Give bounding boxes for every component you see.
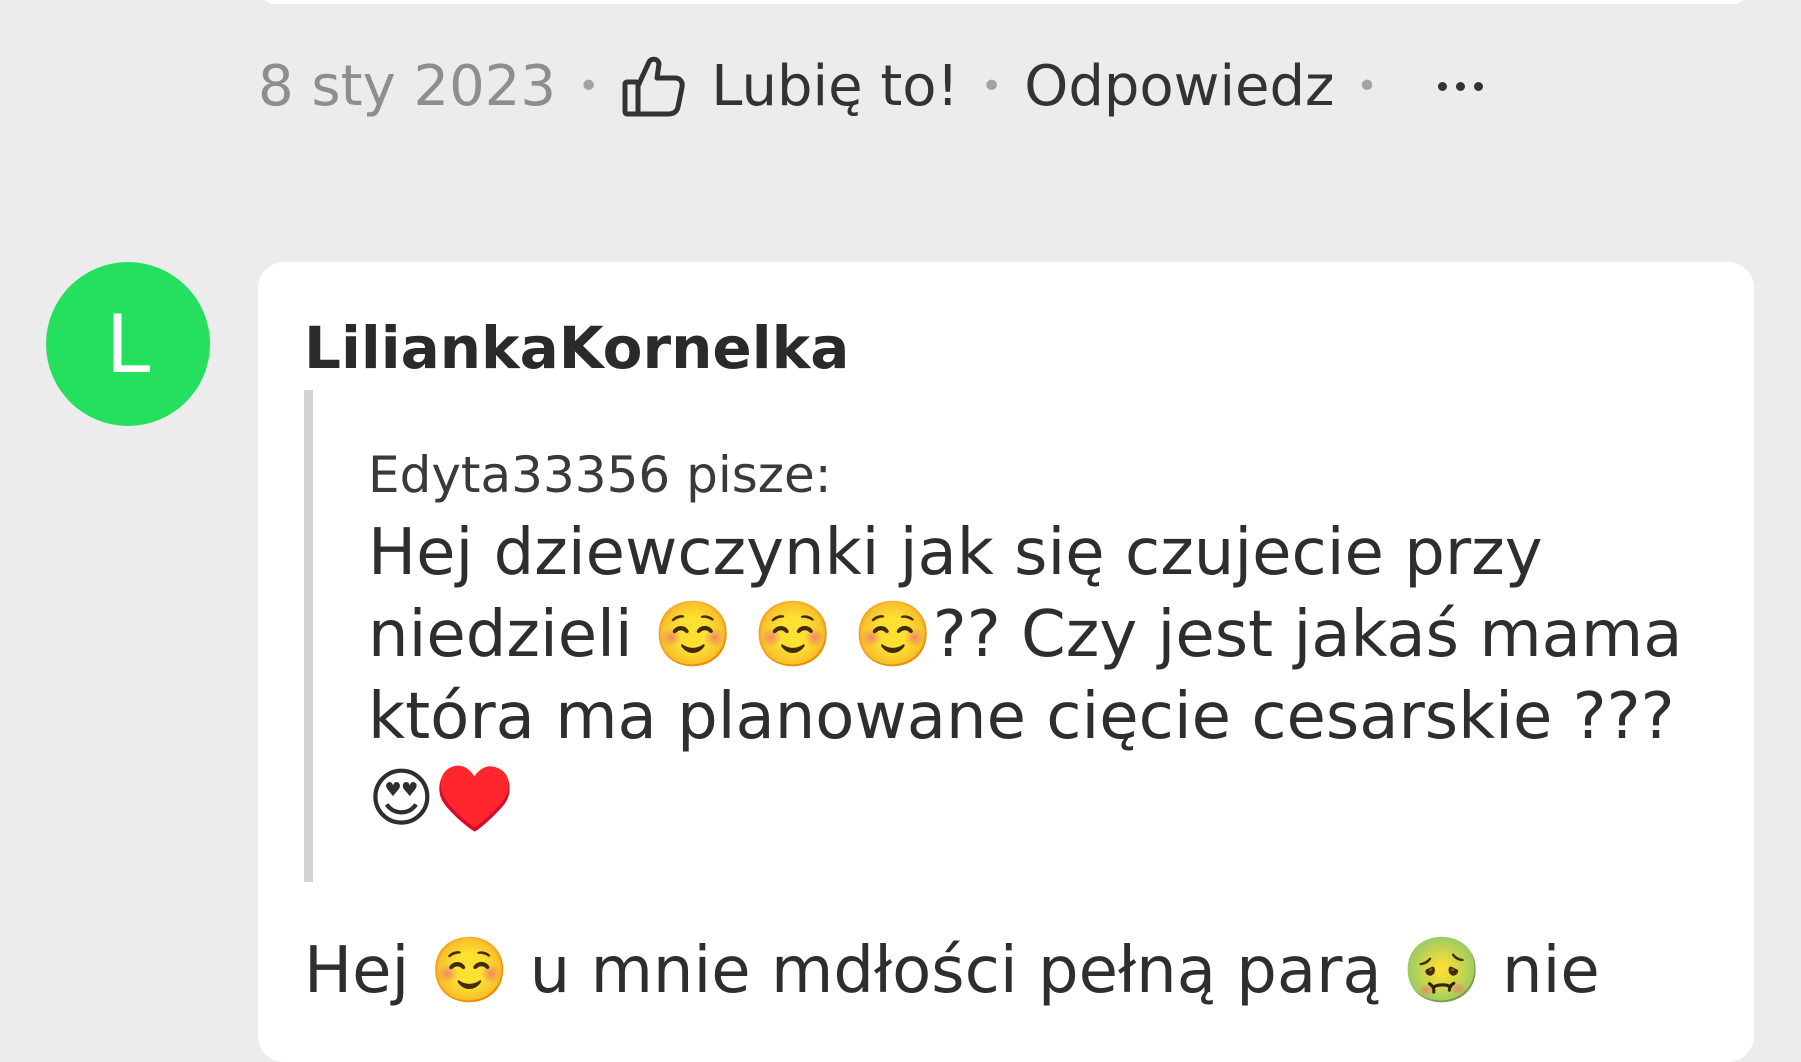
separator-dot: •	[1356, 65, 1378, 107]
quote-author: Edyta33356 pisze:	[368, 446, 832, 504]
separator-dot: •	[578, 65, 600, 107]
like-label: Lubię to!	[711, 53, 959, 119]
comment-body: Hej ☺️ u mnie mdłości pełną parą 🤢 nie	[304, 934, 1600, 1008]
quote-block: Edyta33356 pisze: Hej dziewczynki jak si…	[304, 390, 1693, 882]
more-options-icon[interactable]	[1434, 74, 1487, 99]
avatar[interactable]: L	[46, 262, 210, 426]
like-button[interactable]: Lubię to!	[621, 54, 959, 119]
comment-card: LiliankaKornelka Edyta33356 pisze: Hej d…	[258, 262, 1754, 1062]
separator-dot: •	[981, 65, 1003, 107]
thumbs-up-icon	[621, 54, 685, 118]
comment-author[interactable]: LiliankaKornelka	[304, 314, 849, 382]
quote-text: Hej dziewczynki jak się czujecie przy ni…	[368, 516, 1683, 836]
comment-action-bar: 8 sty 2023 • Lubię to! • Odpowiedz •	[258, 48, 1487, 124]
reply-button[interactable]: Odpowiedz	[1024, 54, 1334, 119]
comment-date: 8 sty 2023	[258, 53, 557, 119]
previous-comment-card	[258, 0, 1750, 4]
